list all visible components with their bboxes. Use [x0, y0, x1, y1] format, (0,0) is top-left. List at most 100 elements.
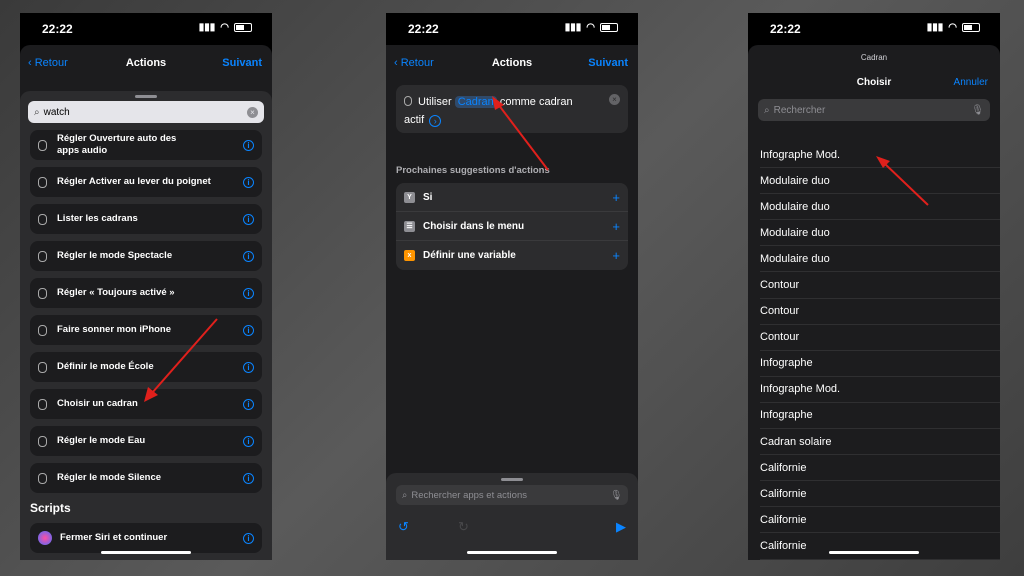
watch-icon: [38, 472, 47, 484]
watch-icon: [38, 398, 47, 410]
next-button[interactable]: Suivant: [588, 57, 628, 69]
action-item[interactable]: Régler le mode Eau i: [30, 426, 262, 456]
action-item[interactable]: Régler le mode Silence i: [30, 463, 262, 493]
next-button[interactable]: Suivant: [222, 57, 262, 69]
watchface-option[interactable]: Contour: [760, 299, 1000, 325]
watchface-option[interactable]: Infographe Mod.: [760, 377, 1000, 403]
info-icon[interactable]: i: [243, 324, 254, 336]
watchface-option[interactable]: Modulaire duo: [760, 246, 1000, 273]
info-icon[interactable]: i: [243, 250, 254, 262]
status-icons: ▮▮▮ ◠: [927, 22, 980, 33]
action-item[interactable]: Régler le mode Spectacle i: [30, 241, 262, 271]
battery-icon: [600, 23, 618, 32]
siri-icon: [38, 531, 52, 545]
watchface-option[interactable]: Cadran solaire: [760, 429, 1000, 456]
action-item[interactable]: Lister les cadrans i: [30, 204, 262, 234]
watchface-option[interactable]: Infographe: [760, 351, 1000, 377]
menu-icon: ☰: [404, 220, 415, 232]
status-icons: ▮▮▮ ◠: [565, 22, 618, 33]
cadran-parameter-token[interactable]: Cadran: [454, 96, 497, 108]
watchface-option[interactable]: Contour: [760, 272, 1000, 299]
sheet-grabber[interactable]: [135, 95, 157, 98]
redo-icon[interactable]: ↻: [458, 519, 469, 535]
suggestion-item[interactable]: ☰ Choisir dans le menu +: [396, 212, 628, 241]
info-icon[interactable]: i: [243, 287, 254, 299]
home-indicator: [101, 551, 191, 554]
action-prefix: Utiliser: [418, 96, 452, 108]
nav-bar: ‹ Retour Actions Suivant: [20, 45, 272, 85]
watchface-option[interactable]: Infographe Mod.: [760, 142, 1000, 169]
action-label: Régler Activer au lever du poignet: [57, 176, 211, 187]
phone-screen-actions-search: 22:22 ▮▮▮ ◠ ‹ Retour Actions Suivant ⌕ w…: [20, 13, 272, 560]
action-item[interactable]: Régler « Toujours activé » i: [30, 278, 262, 308]
search-icon: ⌕: [34, 106, 40, 118]
watch-icon: [38, 139, 47, 151]
wifi-icon: ◠: [220, 22, 229, 33]
info-icon[interactable]: i: [243, 176, 254, 188]
action-suffix: comme cadran: [499, 96, 573, 108]
search-placeholder: Rechercher: [773, 104, 826, 116]
suggestion-item[interactable]: Y Si +: [396, 183, 628, 212]
action-item[interactable]: Faire sonner mon iPhone i: [30, 315, 262, 345]
section-header: Scripts: [30, 501, 71, 515]
search-field[interactable]: ⌕ Rechercher apps et actions 🎙: [396, 485, 628, 505]
wifi-icon: ◠: [948, 22, 957, 33]
info-icon[interactable]: i: [243, 472, 254, 484]
watchface-option[interactable]: Contour: [760, 325, 1000, 351]
add-icon[interactable]: +: [612, 219, 620, 234]
cancel-button[interactable]: Annuler: [954, 77, 988, 88]
add-icon[interactable]: +: [612, 190, 620, 205]
action-label: Régler « Toujours activé »: [57, 287, 175, 298]
action-label: Régler le mode Silence: [57, 472, 162, 483]
info-icon[interactable]: i: [243, 361, 254, 373]
action-item[interactable]: Régler Activer au lever du poignet i: [30, 167, 262, 197]
signal-icon: ▮▮▮: [926, 22, 944, 33]
search-field[interactable]: ⌕ Rechercher 🎙: [758, 99, 990, 121]
undo-icon[interactable]: ↺: [398, 519, 409, 535]
watchface-option[interactable]: Californie: [760, 481, 1000, 508]
search-value: watch: [43, 106, 70, 118]
status-bar: 22:22 ▮▮▮ ◠: [20, 13, 272, 41]
microphone-icon[interactable]: 🎙: [610, 490, 622, 501]
wifi-icon: ◠: [586, 22, 595, 33]
watchface-option[interactable]: Californie: [760, 507, 1000, 534]
microphone-icon[interactable]: 🎙: [971, 105, 984, 116]
suggestion-label: Choisir dans le menu: [423, 220, 525, 232]
clear-icon[interactable]: ×: [247, 106, 258, 118]
script-item[interactable]: Fermer Siri et continuer i: [30, 523, 262, 553]
status-bar: 22:22 ▮▮▮ ◠: [386, 13, 638, 41]
watchface-option[interactable]: Infographe: [760, 403, 1000, 430]
expand-chevron-icon[interactable]: ›: [429, 115, 442, 127]
watch-icon: [38, 324, 47, 336]
info-icon[interactable]: i: [243, 435, 254, 447]
watchface-option[interactable]: Modulaire duo: [760, 168, 1000, 195]
battery-icon: [234, 23, 252, 32]
suggestions-header: Prochaines suggestions d'actions: [396, 165, 550, 176]
actions-panel: ⌕ watch × Régler Ouverture auto des apps…: [20, 91, 272, 560]
run-icon[interactable]: ▶: [616, 519, 626, 535]
remove-icon[interactable]: ×: [609, 94, 620, 105]
signal-icon: ▮▮▮: [198, 22, 216, 33]
suggestion-label: Si: [423, 191, 433, 203]
add-icon[interactable]: +: [612, 248, 620, 263]
sheet-grabber[interactable]: [501, 478, 523, 481]
search-field[interactable]: ⌕ watch ×: [28, 101, 264, 123]
action-item[interactable]: Régler Ouverture auto des apps audio i: [30, 130, 262, 160]
suggestions-list: Y Si + ☰ Choisir dans le menu + x Définir une…: [396, 183, 628, 270]
info-icon[interactable]: i: [243, 398, 254, 410]
watch-icon: [404, 96, 412, 106]
info-icon[interactable]: i: [243, 532, 254, 544]
watchface-option[interactable]: Californie: [760, 533, 1000, 560]
phone-screen-action-editor: 22:22 ▮▮▮ ◠ ‹ Retour Actions Suivant Uti…: [386, 13, 638, 560]
action-item-choisir-un-cadran[interactable]: Choisir un cadran i: [30, 389, 262, 419]
info-icon[interactable]: i: [243, 139, 254, 151]
suggestion-item[interactable]: x Définir une variable +: [396, 241, 628, 270]
action-search-sheet: ⌕ Rechercher apps et actions 🎙 ↺ ↻ ▶: [386, 473, 638, 560]
action-item[interactable]: Définir le mode École i: [30, 352, 262, 382]
watchface-option[interactable]: Modulaire duo: [760, 220, 1000, 247]
status-time: 22:22: [42, 22, 73, 36]
watchface-option[interactable]: Californie: [760, 455, 1000, 482]
picker-subtitle: Cadran: [860, 53, 888, 62]
info-icon[interactable]: i: [243, 213, 254, 225]
watchface-option[interactable]: Modulaire duo: [760, 194, 1000, 221]
